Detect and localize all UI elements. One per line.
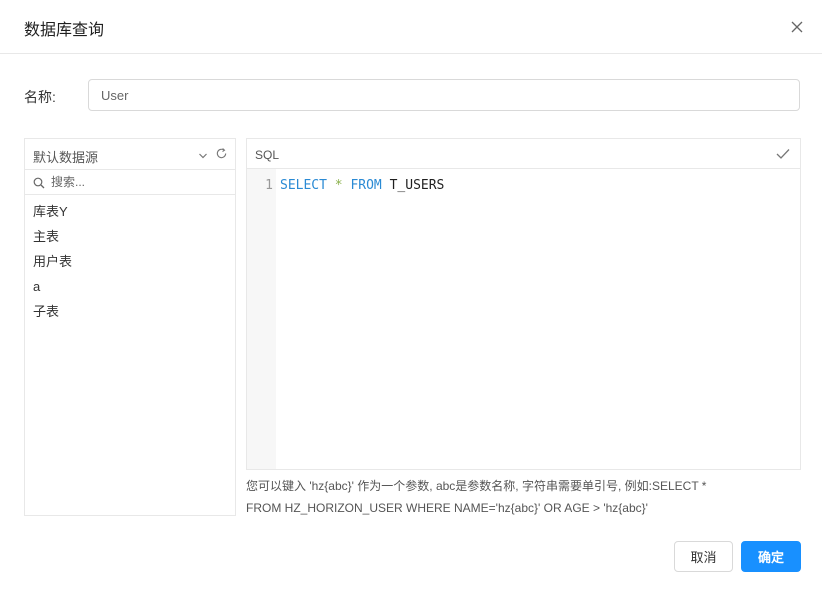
hint-line-1: 您可以键入 'hz{abc}' 作为一个参数, abc是参数名称, 字符串需要单… — [246, 479, 707, 493]
code-line[interactable]: SELECT * FROM T_USERS — [280, 178, 444, 193]
table-search — [25, 170, 235, 195]
name-label: 名称: — [24, 89, 56, 105]
hint-line-2: FROM HZ_HORIZON_USER WHERE NAME='hz{abc}… — [246, 501, 648, 515]
table-list: 库表Y 主表 用户表 a 子表 — [25, 195, 235, 324]
sql-editor[interactable]: SQL 1 SELECT * FROM T_USERS — [246, 138, 801, 470]
search-input[interactable] — [51, 170, 231, 193]
datasource-selected: 默认数据源 — [33, 150, 99, 165]
search-icon — [33, 176, 45, 194]
close-icon[interactable] — [786, 16, 808, 38]
dialog-header: 数据库查询 — [0, 0, 822, 54]
datasource-panel: 默认数据源 库表Y 主表 用户表 a 子表 — [24, 138, 236, 516]
dialog-title: 数据库查询 — [24, 22, 105, 39]
name-input[interactable] — [88, 79, 800, 111]
table-item[interactable]: 用户表 — [25, 249, 235, 274]
refresh-icon[interactable] — [215, 147, 228, 165]
sql-table-name: T_USERS — [389, 178, 445, 193]
cancel-button[interactable]: 取消 — [674, 541, 733, 572]
parameter-hint: 您可以键入 'hz{abc}' 作为一个参数, abc是参数名称, 字符串需要单… — [246, 475, 802, 519]
chevron-down-icon[interactable] — [198, 148, 208, 166]
table-item[interactable]: 子表 — [25, 299, 235, 324]
sql-keyword-select: SELECT — [280, 178, 327, 193]
editor-title: SQL — [255, 148, 280, 162]
sql-operator-star: * — [334, 178, 343, 193]
table-item[interactable]: 库表Y — [25, 199, 235, 224]
table-item[interactable]: a — [25, 274, 235, 299]
table-item[interactable]: 主表 — [25, 224, 235, 249]
ok-button[interactable]: 确定 — [741, 541, 801, 572]
query-dialog: 数据库查询 名称: 默认数据源 库表Y 主表 用户表 a 子表 — [0, 0, 822, 593]
check-icon[interactable] — [776, 147, 790, 165]
sql-keyword-from: FROM — [350, 178, 382, 193]
editor-header: SQL — [247, 139, 800, 169]
line-gutter: 1 — [247, 169, 276, 469]
datasource-select[interactable]: 默认数据源 — [25, 139, 235, 170]
line-number: 1 — [265, 178, 273, 193]
